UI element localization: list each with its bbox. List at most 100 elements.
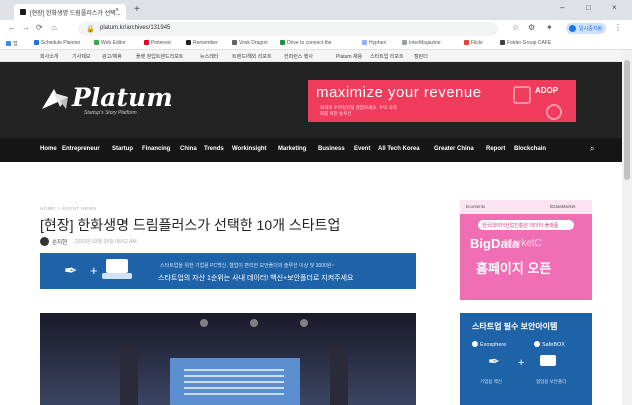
site-header: Platum Startup's Story Platform maximize…	[0, 62, 622, 138]
utility-link[interactable]: 뉴스레터	[200, 53, 218, 60]
address-bar[interactable]: 🔒 platum.kr/archives/131945	[78, 22, 498, 36]
new-tab-button[interactable]: +	[134, 4, 140, 15]
banner-headline: 스타트업의 자산 1순위는 사내 데이터! 백신+보안폴더로 지켜주세요	[158, 275, 354, 282]
site-logo[interactable]: Platum	[72, 83, 173, 112]
scrollbar-thumb[interactable]	[624, 60, 630, 180]
ad-title: 스타트업 필수 보안아이템	[472, 322, 558, 331]
presentation-text	[184, 369, 284, 399]
bookmark-icon	[500, 40, 505, 45]
site-tagline: Startup's Story Platform	[84, 110, 137, 116]
ad-brand: ADOP	[535, 86, 559, 95]
sidebar-ad-bigdata[interactable]: kcontents kDataMarket 한국데이터산업진흥원 데이터 플랫폼…	[460, 200, 592, 300]
plus-icon: +	[90, 263, 98, 278]
breadcrumb[interactable]: HOME > EVENT NEWS	[40, 206, 97, 211]
reload-icon[interactable]: ⟳	[36, 23, 43, 32]
article-author[interactable]: 손지현	[52, 238, 67, 246]
article-ad-banner[interactable]: ✒ + 스타트업을 위한 기업용 PC백신, 협업이 편리한 보안폴더의 솔루션…	[40, 253, 416, 289]
utility-link[interactable]: 기사제보	[72, 53, 90, 60]
nav-event[interactable]: Event	[354, 146, 370, 152]
bookmark-item[interactable]: Vosk Dragon	[232, 40, 268, 46]
bookmark-icon	[280, 40, 285, 45]
stage-light-icon	[300, 319, 308, 327]
ad-graphic-icon	[513, 86, 531, 104]
box-icon	[534, 341, 540, 347]
home-icon[interactable]: ⌂	[52, 23, 57, 32]
utility-link[interactable]: 플랫 창업트렌드리포트	[136, 53, 183, 60]
nav-startup[interactable]: Startup	[112, 146, 133, 152]
bookmark-icon	[144, 40, 149, 45]
close-window-button[interactable]: ×	[612, 3, 617, 12]
article-headline: [현장] 한화생명 드림플러스가 선택한 10개 스타트업	[40, 217, 341, 233]
search-icon[interactable]: ⌕	[590, 144, 594, 154]
ad-tag: 한국데이터산업진흥원 데이터 플랫폼	[478, 220, 574, 230]
minimize-button[interactable]: –	[560, 3, 564, 12]
stage-light-icon	[200, 319, 208, 327]
nav-all-tech-korea[interactable]: All Tech Korea	[378, 146, 420, 152]
header-ad-banner[interactable]: maximize your revenue 최적의 수익실현을 경험하세요. 수…	[308, 80, 576, 122]
nav-financing[interactable]: Financing	[142, 146, 170, 152]
utility-link[interactable]: 트랜드/해외 리포트	[232, 53, 272, 60]
nav-workinsight[interactable]: Workinsight	[232, 146, 267, 152]
profile-avatar-icon	[569, 25, 576, 32]
puzzle-icon[interactable]: ✦	[546, 23, 553, 32]
utility-link[interactable]: 스타트업 리포트	[370, 53, 404, 60]
lock-icon[interactable]: 🔒	[86, 25, 95, 33]
ad-title: maximize your revenue	[316, 84, 482, 101]
bookmark-item[interactable]: Drive to connect the	[280, 40, 331, 46]
nav-home[interactable]: Home	[40, 146, 57, 152]
tab-close-icon[interactable]: ×	[115, 7, 119, 14]
back-icon[interactable]: ←	[8, 23, 16, 32]
bookmark-item[interactable]: Hyphen	[362, 40, 386, 46]
utility-link[interactable]: 캘린더	[414, 53, 428, 60]
utility-link[interactable]: 광고/제휴	[102, 53, 122, 60]
syringe-icon: ✒	[64, 263, 78, 280]
nav-business[interactable]: Business	[318, 146, 345, 152]
plus-icon: +	[518, 357, 525, 369]
utility-link[interactable]: Platum 채용	[336, 53, 362, 60]
bookmark-icon	[186, 40, 191, 45]
folder-base-icon	[102, 273, 132, 279]
nav-report[interactable]: Report	[486, 146, 505, 152]
folder-icon	[540, 355, 556, 366]
bookmark-item[interactable]: Schedule Planner	[34, 40, 80, 46]
syringe-icon: ✒	[488, 353, 500, 369]
nav-china[interactable]: China	[180, 146, 197, 152]
apps-icon	[6, 41, 11, 46]
author-avatar	[40, 237, 49, 246]
utility-link[interactable]: 회사소개	[40, 53, 58, 60]
sidebar-ad-security[interactable]: 스타트업 필수 보안아이템 Exosphere SafeBOX ✒ + 기업용 …	[460, 313, 592, 405]
bookmark-item[interactable]: Folder Group CAFE	[500, 40, 551, 46]
bookmark-item[interactable]: Remember	[186, 40, 218, 46]
ad-caption: 협업용 보안폴더	[536, 379, 567, 384]
profile-label: 일시중지됨	[579, 26, 603, 32]
forward-icon[interactable]: →	[22, 23, 30, 32]
bookmark-item[interactable]: InterMagazine	[402, 40, 441, 46]
extension-icon[interactable]: ⚙	[528, 23, 535, 32]
ad-brand-label: SafeBOX	[534, 341, 565, 348]
browser-tab[interactable]: [현장] 한화생명 드림플러스가 선택... ×	[14, 4, 126, 20]
bookmark-icon	[94, 40, 99, 45]
nav-marketing[interactable]: Marketing	[278, 146, 306, 152]
bookmark-item[interactable]: Web Editor	[94, 40, 126, 46]
bookmark-apps[interactable]: 앱	[6, 40, 18, 47]
bookmark-item[interactable]: Flickr	[464, 40, 483, 46]
ad-brand-text-2: MarketC	[504, 238, 542, 249]
nav-greater-china[interactable]: Greater China	[434, 146, 474, 152]
platum-logo-icon[interactable]	[40, 87, 70, 111]
folder-icon	[106, 259, 128, 273]
stage-pillar	[330, 345, 348, 405]
nav-entrepreneur[interactable]: Entrepreneur	[62, 146, 100, 152]
ad-logo-strip: kcontents kDataMarket	[460, 200, 592, 214]
star-icon[interactable]: ☆	[512, 23, 519, 32]
menu-icon[interactable]: ⋮	[614, 23, 622, 32]
nav-trends[interactable]: Trends	[204, 146, 224, 152]
utility-link[interactable]: 컨퍼런스 행사	[284, 53, 313, 60]
profile-button[interactable]: 일시중지됨	[566, 23, 606, 34]
maximize-button[interactable]: □	[586, 3, 591, 12]
stage-light-icon	[250, 319, 258, 327]
nav-blockchain[interactable]: Blockchain	[514, 146, 546, 152]
ad-caption: 기업용 백신	[480, 379, 502, 384]
browser-toolbar: ← → ⟳ ⌂ 🔒 platum.kr/archives/131945 ☆ ⚙ …	[0, 20, 632, 38]
bookmark-item[interactable]: Pinterest	[144, 40, 171, 46]
ad-brand-label: Exosphere	[472, 341, 506, 348]
